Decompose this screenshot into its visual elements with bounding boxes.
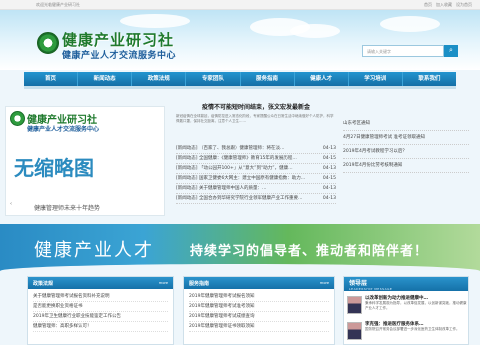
list-item[interactable]: 4月27日健康管理师考试 准考证领取通知: [343, 131, 469, 145]
top-bar: 欢迎光临健康产业研习社 首页 加入收藏 设为首页: [0, 0, 480, 10]
headline-title[interactable]: 疫情不可能短时间结束，张文宏发最新金: [176, 102, 336, 111]
nav-item-training[interactable]: 学习培训: [349, 72, 403, 86]
banner-curve: [0, 264, 480, 272]
slide-caption[interactable]: 健康管理师未来十年趋势: [34, 203, 100, 212]
nav-item-home[interactable]: 首页: [24, 72, 79, 86]
panel-title: 领导层: [349, 280, 368, 287]
list-item[interactable]: 2019年健康管理师考试准考须知: [189, 302, 329, 312]
news-list: [新闻动态] （百家了、我总跟）健康管理师：将在淡… 04-13 [新闻动态] 全…: [176, 144, 336, 204]
list-item[interactable]: 是否能更换职业资格证书: [33, 302, 168, 312]
policy-panel: 政策法规 more 关于健康管理师考试报名资料补充说明 是否能更换职业资格证书 …: [27, 276, 174, 345]
list-item[interactable]: 山东考区通知: [343, 117, 469, 131]
welcome-text: 欢迎光临健康产业研习社: [36, 2, 80, 7]
top-links: 首页 加入收藏 设为首页: [424, 2, 472, 8]
search-icon[interactable]: ⌕: [444, 45, 458, 57]
nav-item-experts[interactable]: 专家团队: [186, 72, 241, 86]
banner-slogan: 持续学习的倡导者、推动者和陪伴者！: [190, 244, 429, 259]
more-link[interactable]: more: [159, 281, 168, 285]
leader-photo[interactable]: [347, 296, 362, 314]
list-item[interactable]: 2019年4月考试教程学习以后？: [343, 145, 469, 159]
list-item[interactable]: [新闻动态] 全国合办到华研究学院行业领军健康产业工作重要… 04-13: [176, 194, 336, 204]
site-logo[interactable]: [37, 32, 59, 54]
nav-item-contact[interactable]: 联系我们: [403, 72, 456, 86]
list-item[interactable]: [新闻动态] 全国健康：《健康管理师》教育15年的发展历程… 04-15: [176, 154, 336, 164]
nav-item-policy[interactable]: 政策法规: [132, 72, 187, 86]
banner-headline: 健康产业人才: [34, 240, 154, 261]
site-subtitle: 健康产业人才交流服务中心: [62, 51, 177, 61]
slideshow[interactable]: 健康产业研习社 健康产业人才交流服务中心 无缩略图 ‹ 健康管理师未来十年趋势: [5, 106, 165, 216]
leader-entry[interactable]: 李克强：推进医疗服务体系… 国务院召开常务会议部署进一步深化医药卫生体制改革工作…: [347, 320, 467, 344]
list-item[interactable]: [新闻动态] 关于健康管理师中国人的质量：… 04-13: [176, 184, 336, 194]
search-input[interactable]: 请输入关键字: [362, 45, 444, 57]
list-item[interactable]: 2019年健康管理师证书领取须知: [189, 322, 329, 332]
leadership-panel: 领导层 LEADERSHIP MESSAGE 以改革创新为动力推进健康中… 秉承…: [343, 276, 469, 345]
list-item[interactable]: [新闻动态] 国家卫健委6大网主：建立中国原有健康指数：助力… 04-15: [176, 174, 336, 184]
chevron-left-icon[interactable]: ‹: [10, 201, 12, 207]
panel-header: 领导层 LEADERSHIP MESSAGE: [344, 277, 468, 291]
panel-title: 服务指南: [189, 280, 210, 287]
promo-banner[interactable]: 健康产业人才 持续学习的倡导者、推动者和陪伴者！: [0, 224, 480, 272]
list-item[interactable]: 2019年健康管理师考试成绩查询: [189, 312, 329, 322]
site-header: 健康产业研习社 健康产业人才交流服务中心 请输入关键字 ⌕: [0, 10, 480, 70]
list-item[interactable]: 2019年健康管理师考试报名须知: [189, 292, 329, 302]
list-item[interactable]: [新闻动态] 「动公园开100+」从“意大”到“助力”，健康… 04-13: [176, 164, 336, 174]
list-item[interactable]: 关于健康管理师考试报名资料补充说明: [33, 292, 168, 302]
list-item[interactable]: 2019年4月份比劳考核制通知: [343, 159, 469, 173]
notice-list: 山东考区通知 4月27日健康管理师考试 准考证领取通知 2019年4月考试教程学…: [343, 117, 469, 173]
set-homepage-link[interactable]: 设为首页: [456, 2, 472, 8]
list-item[interactable]: 健康管理师：高职多样认可！: [33, 322, 168, 332]
more-link[interactable]: more: [320, 281, 329, 285]
panel-header: 政策法规 more: [28, 277, 173, 289]
nav-item-service[interactable]: 服务指南: [241, 72, 295, 86]
leader-photo[interactable]: [347, 322, 362, 340]
slide-brand-subtitle: 健康产业人才交流服务中心: [27, 126, 100, 133]
slide-logo: [10, 111, 25, 126]
leader-summary: 国务院召开常务会议部署进一步深化医药卫生体制改革工作。: [365, 327, 460, 331]
leader-summary: 秉承科学发展观为指导，以改革促发展，以创新谋突破，推动健康产业人才工作。: [365, 301, 467, 310]
bookmark-link[interactable]: 加入收藏: [436, 2, 452, 8]
no-thumbnail-placeholder: 无缩略图: [14, 156, 94, 180]
home-link[interactable]: 首页: [424, 2, 432, 8]
nav-shadow: [24, 86, 456, 89]
nav-item-talent[interactable]: 健康人才: [295, 72, 349, 86]
main-nav: 首页 新闻动态 政策法规 专家团队 服务指南 健康人才 学习培训 联系我们: [24, 72, 456, 86]
service-panel: 服务指南 more 2019年健康管理师考试报名须知 2019年健康管理师考试准…: [183, 276, 335, 345]
panel-header: 服务指南 more: [184, 277, 334, 289]
headline-summary: 新冠疫情在全球蔓延，疫情防控进入常态化阶段，专家提醒公众在日常生活中继续做好个人…: [176, 114, 334, 123]
nav-item-news[interactable]: 新闻动态: [78, 72, 133, 86]
site-title: 健康产业研习社: [62, 31, 175, 49]
panel-subtitle: LEADERSHIP MESSAGE: [349, 287, 393, 291]
list-item[interactable]: [新闻动态] （百家了、我总跟）健康管理师：将在淡… 04-13: [176, 144, 336, 154]
list-item[interactable]: 2019年卫生健康行业职业技能鉴定工作公告: [33, 312, 168, 322]
leader-entry[interactable]: 以改革创新为动力推进健康中… 秉承科学发展观为指导，以改革促发展，以创新谋突破，…: [347, 294, 467, 318]
panel-title: 政策法规: [33, 280, 54, 287]
